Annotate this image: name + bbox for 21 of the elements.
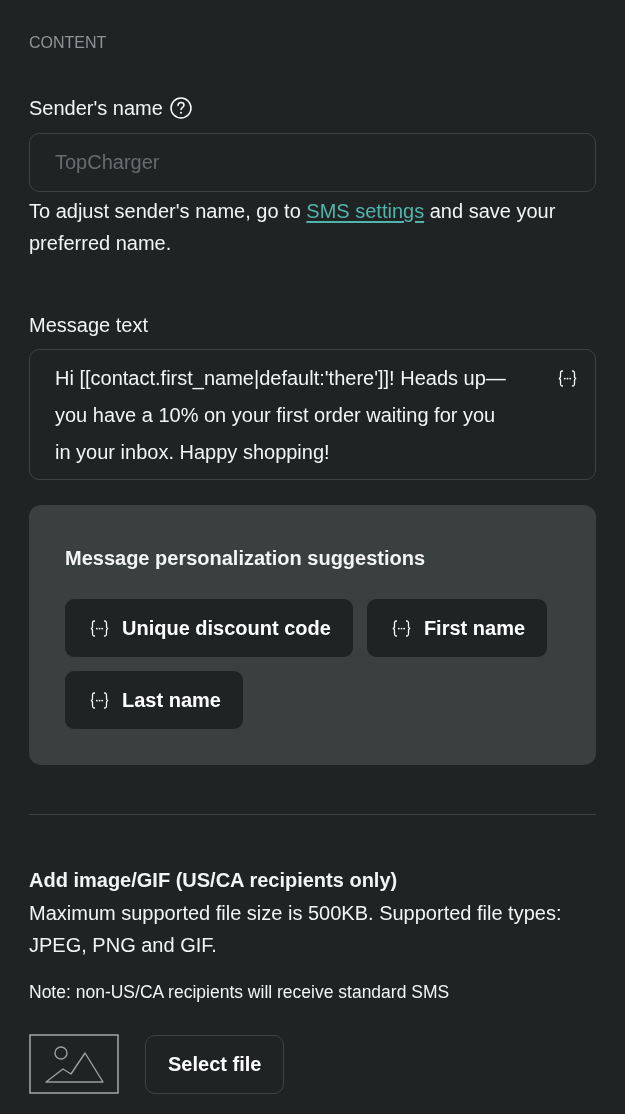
note-text: Note: non-US/CA recipients will receive standard SMS (29, 981, 450, 1003)
image-placeholder-icon (29, 1034, 119, 1094)
braces-icon (558, 370, 577, 387)
sms-settings-link[interactable]: SMS settings (306, 200, 425, 222)
section-heading: Add image/GIF (US/CA recipients only) (29, 868, 398, 892)
sender-name-field[interactable]: TopCharger (29, 133, 596, 192)
field-label: Message text (29, 313, 148, 337)
braces-icon (391, 619, 411, 637)
suggestion-chip[interactable]: First name (366, 599, 548, 657)
description-text: Maximum supported file size is 500KB. Supported file types: JPEG, PNG and GIF. (29, 901, 563, 958)
braces-icon (90, 619, 109, 637)
panel-title: Message personalization suggestions (65, 546, 426, 570)
suggestion-chip[interactable]: Last name (65, 671, 243, 729)
suggestion-chip[interactable]: Unique discount code (65, 599, 353, 657)
message-text-field[interactable]: Hi [[contact.first_name|default:'there']]! Heads up—you have a 10% on your first order waiting for you in your inbox. Happy shopping! (29, 349, 596, 480)
select-file-button[interactable]: Select file (145, 1034, 285, 1094)
help-icon[interactable] (169, 97, 192, 119)
field-label: Sender's name (29, 96, 163, 120)
section-title: CONTENT (29, 33, 107, 53)
hint-text: To adjust sender's name, go to SMS settings and save your preferred name. (29, 199, 557, 256)
braces-icon (90, 691, 109, 709)
